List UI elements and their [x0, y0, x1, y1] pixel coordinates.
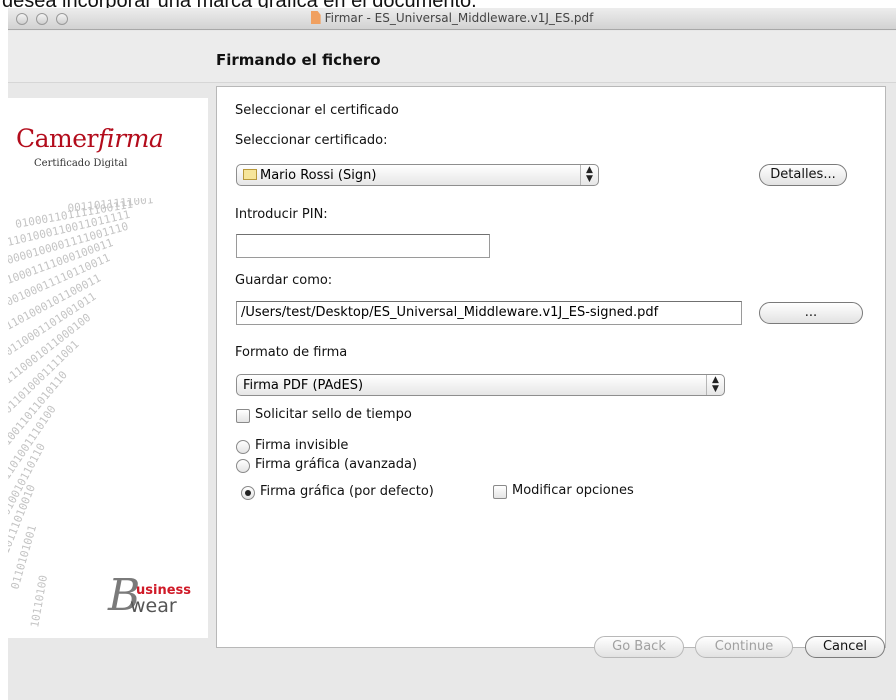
popup-arrows-icon: ▲ ▼	[580, 165, 598, 185]
sign-dialog-window: Firmar - ES_Universal_Middleware.v1J_ES.…	[8, 8, 896, 700]
timestamp-label: Solicitar sello de tiempo	[255, 407, 412, 422]
window-title: Firmar - ES_Universal_Middleware.v1J_ES.…	[8, 11, 896, 25]
save-path-input[interactable]: /Users/test/Desktop/ES_Universal_Middlew…	[236, 301, 742, 325]
logo-text-firma: firma	[98, 124, 164, 153]
pin-label: Introducir PIN:	[235, 207, 328, 222]
details-button[interactable]: Detalles...	[759, 164, 847, 186]
business-wear-logo: B usiness wear	[107, 570, 191, 621]
radio-default-signature[interactable]	[241, 486, 255, 500]
popup-arrows-icon: ▲ ▼	[706, 375, 724, 395]
radio-invisible-signature[interactable]	[236, 440, 250, 454]
step-title: Firmando el fichero	[216, 51, 381, 69]
go-back-button[interactable]: Go Back	[594, 636, 684, 658]
modify-options-checkbox[interactable]	[493, 485, 507, 499]
radio-default-label: Firma gráfica (por defecto)	[260, 484, 434, 499]
camerfirma-logo: Camerfirma	[16, 124, 164, 153]
section-title: Seleccionar el certificado	[235, 103, 399, 118]
continue-button[interactable]: Continue	[695, 636, 793, 658]
window-title-text: Firmar - ES_Universal_Middleware.v1J_ES.…	[324, 11, 594, 25]
title-bar[interactable]: Firmar - ES_Universal_Middleware.v1J_ES.…	[8, 8, 896, 30]
svg-text:wear: wear	[130, 595, 177, 617]
pin-input[interactable]	[236, 234, 490, 258]
radio-invisible-label: Firma invisible	[255, 438, 349, 453]
browse-button[interactable]: ...	[759, 302, 863, 324]
modify-options-label: Modificar opciones	[512, 483, 634, 498]
form-panel: Seleccionar el certificado Seleccionar c…	[216, 86, 886, 648]
certificate-label: Seleccionar certificado:	[235, 133, 388, 148]
svg-text:10110100: 10110100	[28, 574, 50, 628]
cancel-button[interactable]: Cancel	[805, 636, 885, 658]
signature-format-label: Formato de firma	[235, 345, 348, 360]
document-icon	[310, 11, 321, 24]
logo-subtitle: Certificado Digital	[34, 158, 128, 169]
signature-format-value: Firma PDF (PAdES)	[243, 378, 364, 393]
signature-format-select[interactable]: Firma PDF (PAdES) ▲ ▼	[236, 374, 725, 396]
save-as-label: Guardar como:	[235, 273, 333, 288]
logo-text-camer: Camer	[16, 124, 99, 153]
certificate-value: Mario Rossi (Sign)	[260, 168, 377, 183]
certificate-select[interactable]: Mario Rossi (Sign) ▲ ▼	[236, 164, 599, 186]
timestamp-checkbox[interactable]	[236, 409, 250, 423]
step-header: Firmando el fichero	[8, 31, 896, 83]
radio-advanced-signature[interactable]	[236, 459, 250, 473]
certificate-icon	[243, 169, 257, 180]
radio-advanced-label: Firma gráfica (avanzada)	[255, 457, 418, 472]
sidebar-branding: Camerfirma Certificado Digital 001101111…	[8, 98, 208, 638]
